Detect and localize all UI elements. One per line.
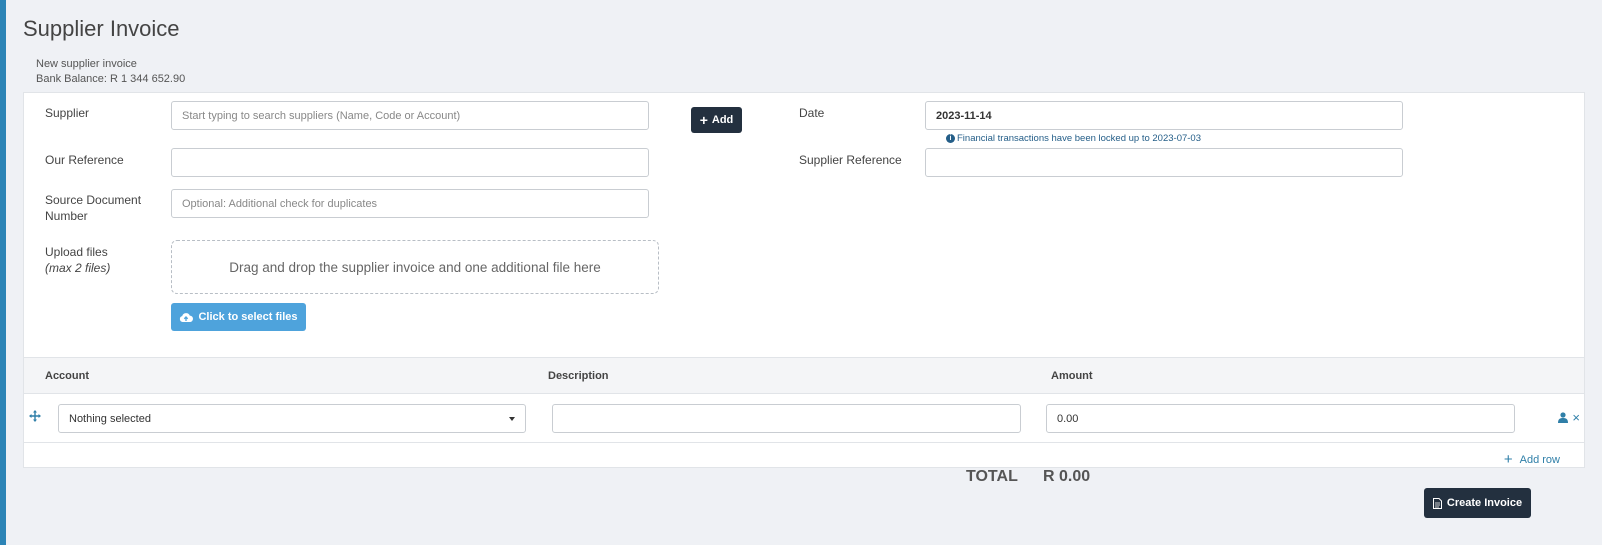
plus-icon: + — [699, 112, 708, 128]
chevron-down-icon — [509, 416, 515, 421]
add-row-label: Add row — [1519, 453, 1560, 466]
plus-icon: + — [1503, 451, 1513, 468]
add-button-label: Add — [711, 114, 734, 126]
source-document-label-line1: Source Document — [45, 193, 142, 207]
column-header-account: Account — [45, 370, 89, 382]
create-invoice-label: Create Invoice — [1446, 497, 1523, 509]
move-icon[interactable] — [29, 409, 41, 425]
select-files-button[interactable]: Click to select files — [171, 303, 306, 331]
file-dropzone[interactable]: Drag and drop the supplier invoice and o… — [171, 240, 659, 294]
column-header-amount: Amount — [1051, 370, 1093, 382]
total-label: TOTAL — [966, 468, 1018, 485]
account-select-value: Nothing selected — [69, 412, 151, 425]
date-input[interactable]: 2023-11-14 — [925, 101, 1403, 130]
invoice-form-card: Supplier Start typing to search supplier… — [23, 92, 1585, 468]
document-icon — [1432, 497, 1442, 509]
supplier-placeholder: Start typing to search suppliers (Name, … — [182, 109, 461, 122]
amount-input[interactable]: 0.00 — [1046, 404, 1515, 433]
page-subtitle: New supplier invoice — [36, 58, 137, 70]
source-document-placeholder: Optional: Additional check for duplicate… — [182, 197, 378, 210]
left-accent-bar — [0, 0, 6, 545]
dropzone-text: Drag and drop the supplier invoice and o… — [229, 259, 601, 275]
info-icon: i — [946, 134, 955, 143]
upload-label-text: Upload files — [45, 245, 108, 259]
close-icon[interactable]: × — [1572, 411, 1580, 424]
source-document-label: Source Document Number — [45, 192, 141, 224]
cloud-upload-icon — [180, 312, 194, 322]
upload-files-label: Upload files (max 2 files) — [45, 244, 110, 276]
our-reference-input[interactable] — [171, 148, 649, 177]
total-value: R 0.00 — [1043, 468, 1091, 485]
supplier-label: Supplier — [45, 106, 90, 120]
add-supplier-button[interactable]: + Add — [691, 107, 742, 133]
source-document-input[interactable]: Optional: Additional check for duplicate… — [171, 189, 649, 218]
table-row: Nothing selected 0.00 × — [24, 394, 1584, 443]
bank-balance: Bank Balance: R 1 344 652.90 — [36, 73, 186, 85]
select-files-label: Click to select files — [198, 311, 298, 323]
lock-notice-text: Financial transactions have been locked … — [957, 133, 1201, 144]
line-items-header: Account Description Amount — [24, 357, 1584, 394]
upload-max-text: (max 2 files) — [45, 261, 111, 275]
page-title: Supplier Invoice — [23, 16, 180, 41]
row-actions: × — [1558, 411, 1580, 424]
supplier-search-input[interactable]: Start typing to search suppliers (Name, … — [171, 101, 649, 130]
account-select[interactable]: Nothing selected — [58, 404, 526, 433]
create-invoice-button[interactable]: Create Invoice — [1424, 488, 1531, 518]
add-row-link[interactable]: + Add row — [1504, 452, 1560, 467]
date-label: Date — [799, 106, 825, 120]
our-reference-label: Our Reference — [45, 153, 124, 167]
supplier-reference-label: Supplier Reference — [799, 153, 902, 167]
lock-notice: i Financial transactions have been locke… — [946, 133, 1201, 144]
column-header-description: Description — [548, 370, 609, 382]
amount-value: 0.00 — [1057, 412, 1079, 425]
user-icon[interactable] — [1558, 412, 1569, 423]
supplier-reference-input[interactable] — [925, 148, 1403, 177]
date-value: 2023-11-14 — [936, 109, 992, 122]
source-document-label-line2: Number — [45, 209, 88, 223]
description-input[interactable] — [552, 404, 1021, 433]
